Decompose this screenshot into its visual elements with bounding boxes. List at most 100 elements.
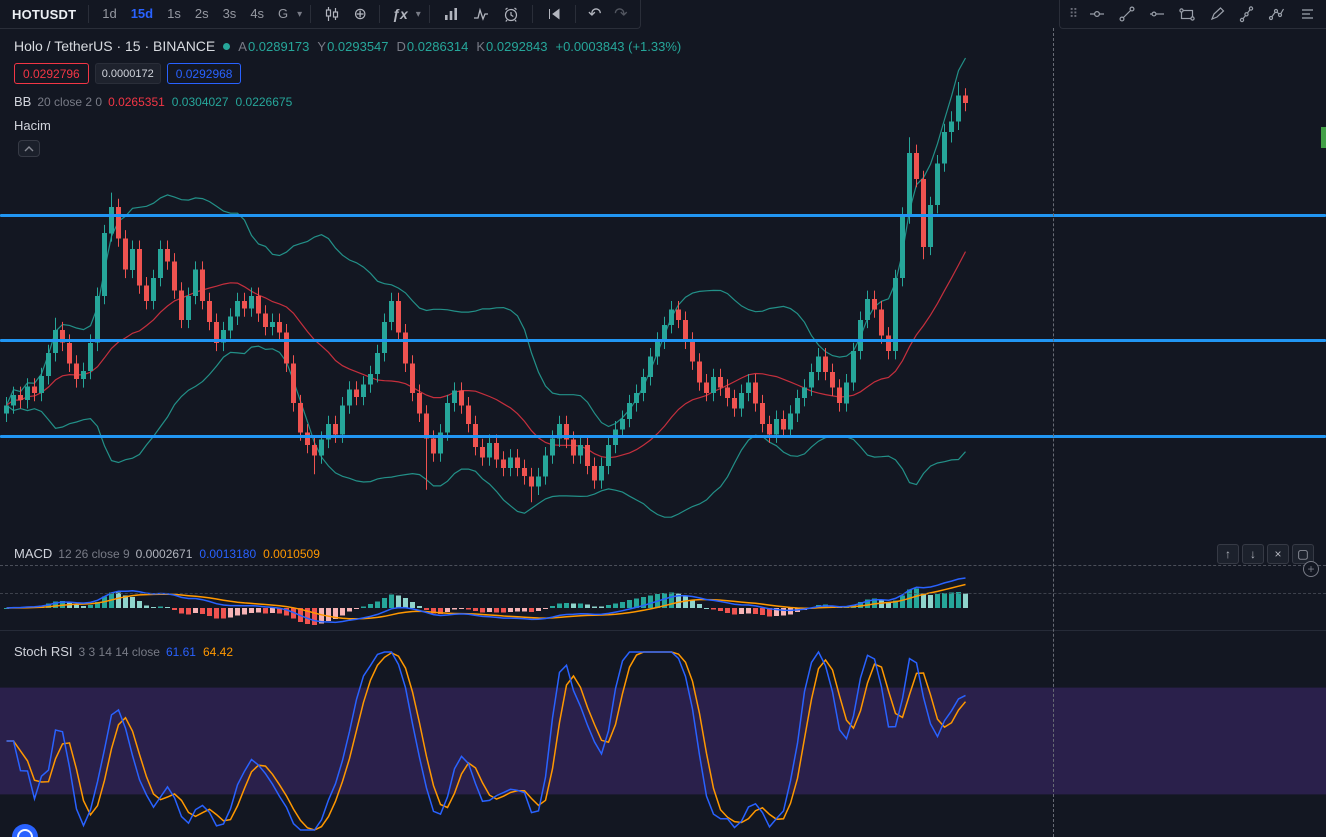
volume-indicator-name: Hacim — [14, 118, 51, 133]
ohlc-D: D0.0286314 — [396, 38, 469, 54]
toolbar-separator — [531, 5, 533, 23]
compare-plus-icon: ⊕ — [353, 6, 367, 23]
timeframe-1s[interactable]: 1s — [160, 2, 188, 26]
forecast-button[interactable] — [466, 2, 496, 26]
menu-lines-icon — [1302, 9, 1313, 19]
volume-legend-row[interactable]: Hacim — [14, 118, 51, 133]
bb-indicator-values: 0.0265351 0.0304027 0.0226675 — [108, 95, 292, 109]
stoch-value-0: 61.61 — [165, 644, 196, 659]
macd-value-1: 0.0013180 — [199, 546, 257, 561]
cross-line-tool-button[interactable] — [1082, 2, 1112, 26]
ohlc-K: K0.0292843 — [476, 38, 548, 54]
timeframe-2s[interactable]: 2s — [188, 2, 216, 26]
ohlc-Y: Y0.0293547 — [317, 38, 389, 54]
undo-icon: ↶ — [588, 6, 602, 23]
trend-line-tool-button[interactable] — [1112, 2, 1142, 26]
rectangle-tool-icon — [1179, 8, 1195, 21]
price-change: +0.0003843 (+1.33%) — [555, 38, 682, 54]
horizontal-line-drawing-3[interactable] — [0, 435, 1326, 438]
last-price-axis-marker — [1321, 127, 1326, 148]
ohlc-values: A0.0289173 Y0.0293547 D0.0286314 K0.0292843 — [238, 39, 547, 54]
brush-tool-button[interactable] — [1202, 2, 1232, 26]
macd-pane-chart[interactable] — [0, 565, 1326, 630]
bb-legend-row[interactable]: BB 20 close 2 0 0.0265351 0.0304027 0.0226… — [14, 94, 292, 109]
horizontal-line-drawing-2[interactable] — [0, 339, 1326, 342]
pane-control-buttons: ↑ ↓ × ▢ — [1217, 544, 1314, 564]
dashed-level-line — [0, 593, 1326, 594]
bar-columns-icon — [444, 8, 457, 20]
redo-icon: ↷ — [614, 6, 628, 23]
cross-line-tool-icon — [1090, 10, 1104, 18]
replay-skip-back-icon — [548, 8, 560, 20]
path-tool-button[interactable] — [1262, 2, 1292, 26]
close-pane-button[interactable]: × — [1267, 544, 1289, 564]
legend-collapse-button[interactable] — [18, 140, 40, 157]
bb-indicator-name: BB — [14, 94, 32, 109]
stoch-indicator-name: Stoch RSI — [14, 644, 73, 659]
chart-style-button[interactable] — [317, 2, 347, 26]
macd-value-0: 0.0002671 — [135, 546, 193, 561]
toolbar-drag-handle[interactable]: ⠿ — [1064, 2, 1082, 26]
toolbar-separator — [379, 5, 381, 23]
tools-menu-button[interactable] — [1292, 2, 1322, 26]
macd-indicator-values: 0.0002671 0.0013180 0.0010509 — [136, 547, 320, 561]
macd-indicator-params: 12 26 close 9 — [58, 546, 130, 561]
macd-pane-separator[interactable] — [0, 565, 1326, 566]
stoch-rsi-pane-chart[interactable] — [0, 630, 1326, 837]
plus-icon: + — [1307, 562, 1315, 576]
path-tool-icon — [1268, 8, 1285, 21]
logo-crescent-icon — [13, 825, 37, 837]
move-pane-up-button[interactable]: ↑ — [1217, 544, 1239, 564]
bb-indicator-params: 20 close 2 0 — [37, 94, 103, 109]
top-toolbar-left: HOTUSDT 1d 15d 1s 2s 3s 4s G ▾ ⊕ ƒx ▾ ↶ … — [0, 0, 641, 29]
trade-buttons-row: 0.0292796 0.0000172 0.0292968 — [14, 63, 242, 84]
bb-value-0: 0.0265351 — [108, 94, 165, 109]
timeframe-3s[interactable]: 3s — [216, 2, 244, 26]
alarm-clock-icon — [504, 7, 517, 22]
horizontal-ray-tool-icon — [1150, 11, 1164, 17]
timeframe-chevron-down-icon[interactable]: ▾ — [295, 9, 304, 20]
bb-value-2: 0.0226675 — [235, 94, 293, 109]
alert-button[interactable] — [496, 2, 526, 26]
horizontal-line-drawing-1[interactable] — [0, 214, 1326, 217]
timeframe-4s[interactable]: 4s — [243, 2, 271, 26]
symbol-button[interactable]: HOTUSDT — [6, 2, 82, 26]
indicators-button[interactable]: ƒx — [386, 2, 414, 26]
indicators-chevron-down-icon[interactable]: ▾ — [414, 9, 423, 20]
macd-value-2: 0.0010509 — [263, 546, 320, 561]
chevron-up-icon — [24, 145, 34, 151]
redo-button[interactable]: ↷ — [608, 2, 634, 26]
rectangle-tool-button[interactable] — [1172, 2, 1202, 26]
compare-button[interactable]: ⊕ — [347, 2, 373, 26]
timeframe-G[interactable]: G — [271, 2, 295, 26]
stoch-pane-separator[interactable] — [0, 630, 1326, 631]
toolbar-separator — [574, 5, 576, 23]
toolbar-separator — [88, 5, 90, 23]
indicator-templates-button[interactable] — [436, 2, 466, 26]
stoch-legend-row[interactable]: Stoch RSI 3 3 14 14 close 61.61 64.42 — [14, 644, 233, 659]
undo-button[interactable]: ↶ — [582, 2, 608, 26]
timeframe-group: 1d 15d 1s 2s 3s 4s G — [95, 2, 295, 26]
vertical-line-drawing[interactable] — [1053, 28, 1054, 837]
horizontal-ray-tool-button[interactable] — [1142, 2, 1172, 26]
toolbar-separator — [428, 5, 430, 23]
macd-legend-row[interactable]: MACD 12 26 close 9 0.0002671 0.0013180 0.0… — [14, 546, 320, 561]
timeframe-15d[interactable]: 15d — [124, 2, 160, 26]
symbol-title[interactable]: Holo / TetherUS · 15 · BINANCE — [14, 38, 215, 54]
move-pane-down-button[interactable]: ↓ — [1242, 544, 1264, 564]
sell-price-button[interactable]: 0.0292796 — [14, 63, 89, 84]
marker-tool-icon — [1239, 6, 1254, 23]
top-toolbar-right: ⠿ — [1059, 0, 1326, 29]
macd-indicator-name: MACD — [14, 546, 53, 561]
tradingview-chart-app: HOTUSDT 1d 15d 1s 2s 3s 4s G ▾ ⊕ ƒx ▾ ↶ … — [0, 0, 1326, 837]
spread-value: 0.0000172 — [94, 63, 161, 84]
marker-tool-button[interactable] — [1232, 2, 1262, 26]
timeframe-1d[interactable]: 1d — [95, 2, 123, 26]
stoch-indicator-params: 3 3 14 14 close — [78, 644, 160, 659]
buy-price-button[interactable]: 0.0292968 — [166, 63, 242, 84]
toolbar-separator — [310, 5, 312, 23]
axis-plus-button[interactable]: + — [1303, 561, 1319, 577]
replay-button[interactable] — [539, 2, 569, 26]
trend-line-tool-icon — [1119, 6, 1135, 22]
fx-indicators-icon: ƒx — [392, 6, 408, 22]
